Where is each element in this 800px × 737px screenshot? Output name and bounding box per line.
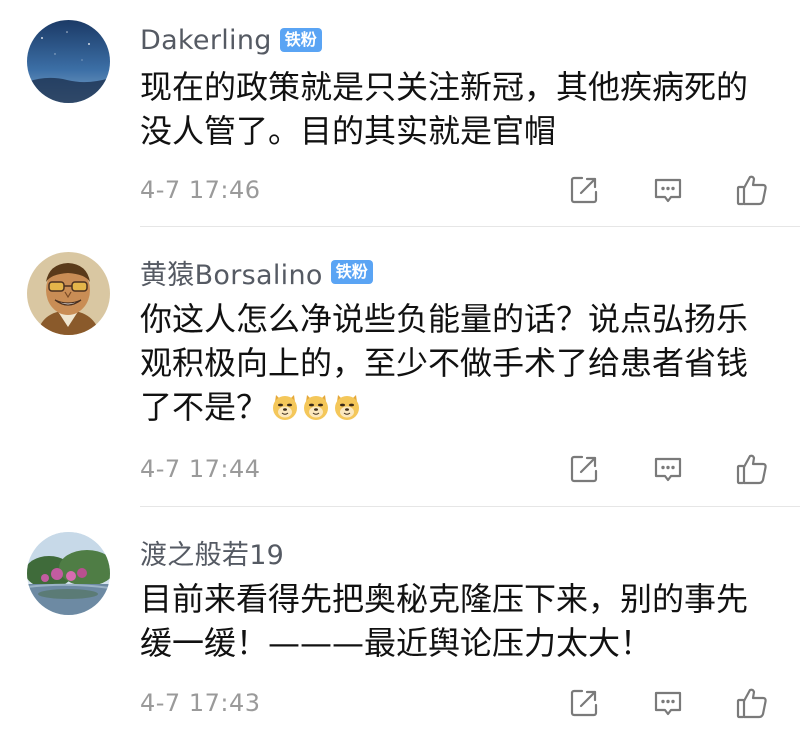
like-button[interactable] bbox=[732, 170, 772, 210]
username[interactable]: Dakerling bbox=[140, 25, 272, 56]
comment-text-line: 现在的政策就是只关注新冠，其他疾病死的 bbox=[140, 68, 749, 106]
reply-button[interactable] bbox=[648, 449, 688, 489]
timestamp: 4-7 17:46 bbox=[140, 176, 261, 204]
share-icon bbox=[570, 455, 598, 483]
username[interactable]: 渡之般若19 bbox=[140, 533, 284, 572]
share-button[interactable] bbox=[564, 683, 604, 723]
doge-emoji-icon bbox=[273, 395, 298, 420]
divider bbox=[140, 506, 800, 507]
thumbs-up-icon bbox=[736, 454, 767, 485]
comment-icon bbox=[654, 178, 682, 203]
comment-icon bbox=[654, 457, 682, 482]
doge-emoji-icon bbox=[335, 395, 360, 420]
like-button[interactable] bbox=[732, 449, 772, 489]
comment-text: 你这人怎么净说些负能量的话？说点弘扬乐 观积极向上的，至少不做手术了给患者省钱 … bbox=[140, 297, 780, 429]
timestamp: 4-7 17:43 bbox=[140, 689, 261, 717]
comment-text-line: 你这人怎么净说些负能量的话？说点弘扬乐 bbox=[140, 300, 749, 338]
fan-badge: 铁粉 bbox=[279, 28, 322, 52]
like-button[interactable] bbox=[732, 683, 772, 723]
fan-badge: 铁粉 bbox=[330, 260, 373, 284]
comment-text-line: 目前来看得先把奥秘克隆压下来，别的事先 bbox=[140, 580, 749, 618]
avatar[interactable] bbox=[27, 532, 110, 615]
timestamp: 4-7 17:44 bbox=[140, 455, 261, 483]
divider bbox=[140, 226, 800, 227]
comment-text: 现在的政策就是只关注新冠，其他疾病死的 没人管了。目的其实就是官帽 bbox=[140, 65, 780, 153]
username[interactable]: 黄猿Borsalino bbox=[140, 253, 323, 292]
comment-text-line: 没人管了。目的其实就是官帽 bbox=[140, 112, 557, 150]
share-icon bbox=[570, 689, 598, 717]
reply-button[interactable] bbox=[648, 170, 688, 210]
thumbs-up-icon bbox=[736, 688, 767, 719]
comment-text-line: 观积极向上的，至少不做手术了给患者省钱 bbox=[140, 344, 749, 382]
thumbs-up-icon bbox=[736, 175, 767, 206]
comment-icon bbox=[654, 691, 682, 716]
share-button[interactable] bbox=[564, 170, 604, 210]
comment-text-line: 了不是？ bbox=[140, 388, 269, 426]
share-button[interactable] bbox=[564, 449, 604, 489]
avatar[interactable] bbox=[27, 252, 110, 335]
share-icon bbox=[570, 176, 598, 204]
avatar[interactable] bbox=[27, 20, 110, 103]
comment-text-line-with-emoji: 了不是？ bbox=[140, 385, 780, 429]
reply-button[interactable] bbox=[648, 683, 688, 723]
comment-text-line: 缓一缓！———最近舆论压力太大！ bbox=[140, 624, 653, 662]
doge-emoji-icon bbox=[304, 395, 329, 420]
comment-text: 目前来看得先把奥秘克隆压下来，别的事先 缓一缓！———最近舆论压力太大！ bbox=[140, 577, 780, 665]
